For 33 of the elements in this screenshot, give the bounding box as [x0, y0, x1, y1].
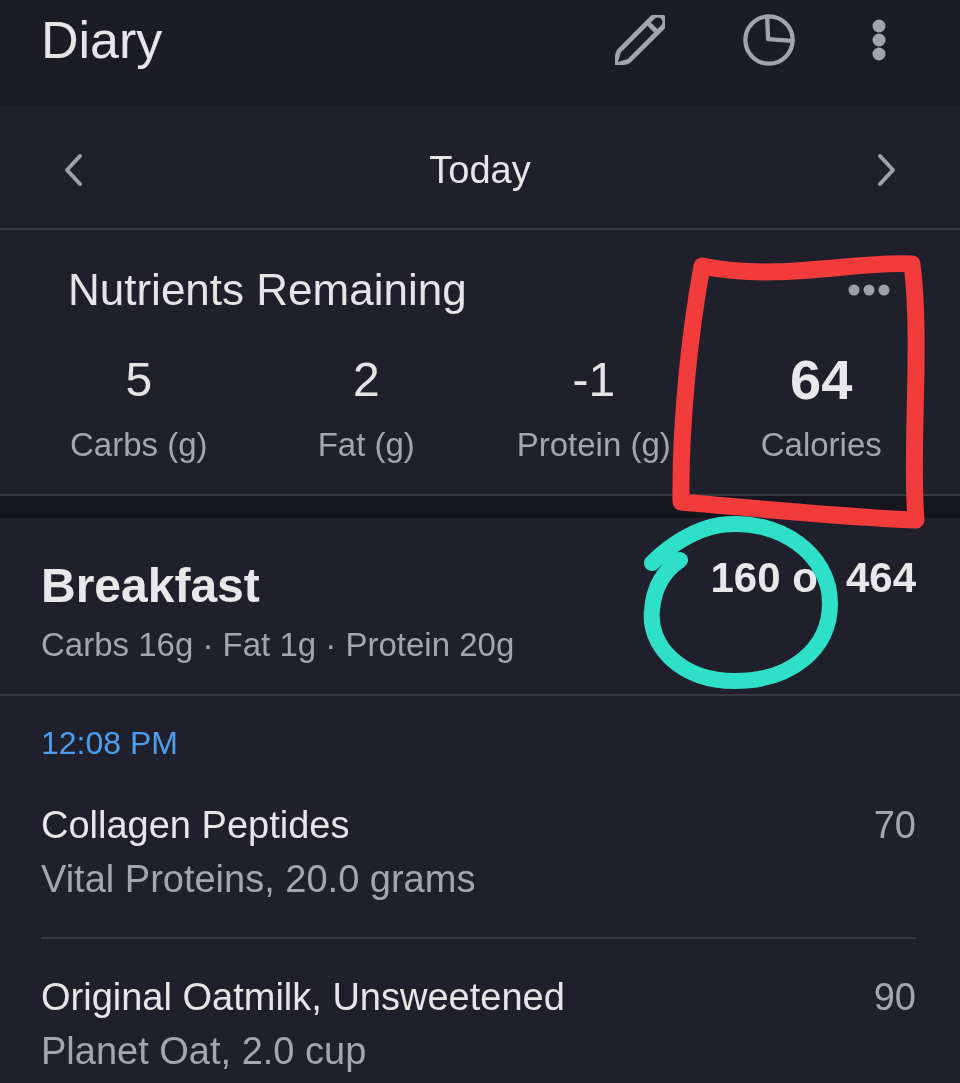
entry-time: 12:08 PM — [41, 724, 178, 763]
calories-remaining-value: 64 — [790, 352, 853, 408]
food-calories: 70 — [873, 806, 916, 844]
nutrient-label: Fat (g) — [317, 424, 415, 464]
food-calories: 90 — [873, 978, 916, 1016]
meal-calories-text: 464 — [845, 557, 916, 599]
meal-macros-summary: Carbs 16g · Fat 1g · Protein 20g — [41, 624, 515, 664]
food-serving-detail: Vital Proteins, 20.0 grams — [41, 857, 476, 902]
chevron-left-icon — [62, 153, 84, 187]
nutrient-value: -1 — [572, 356, 616, 404]
edit-button[interactable] — [614, 14, 666, 66]
section-title: Nutrients Remaining — [68, 268, 467, 312]
nutrient-value: 5 — [125, 356, 153, 404]
nutrition-chart-button[interactable] — [742, 13, 796, 67]
date-label: Today — [429, 151, 531, 189]
pie-chart-icon — [742, 13, 796, 67]
chevron-right-icon — [876, 153, 898, 187]
nutrient-label: Protein (g) — [516, 424, 671, 464]
nutrient-value: 2 — [352, 356, 380, 404]
more-options-button[interactable] — [848, 284, 890, 296]
meal-title: Breakfast — [41, 558, 260, 614]
next-day-button[interactable] — [876, 153, 898, 187]
pencil-icon — [615, 15, 665, 65]
food-serving-detail: Planet Oat, 2.0 cup — [41, 1029, 367, 1074]
previous-day-button[interactable] — [62, 153, 84, 187]
nutrient-label: Calories — [760, 424, 882, 464]
food-name[interactable]: Original Oatmilk, Unsweetened — [41, 978, 565, 1016]
nutrient-label: Carbs (g) — [70, 424, 208, 464]
more-options-button[interactable] — [872, 19, 886, 61]
food-name[interactable]: Collagen Peptides — [41, 806, 350, 844]
meal-calories-text: 160 o — [710, 557, 818, 599]
more-horizontal-icon — [848, 284, 890, 296]
more-vertical-icon — [872, 19, 886, 61]
